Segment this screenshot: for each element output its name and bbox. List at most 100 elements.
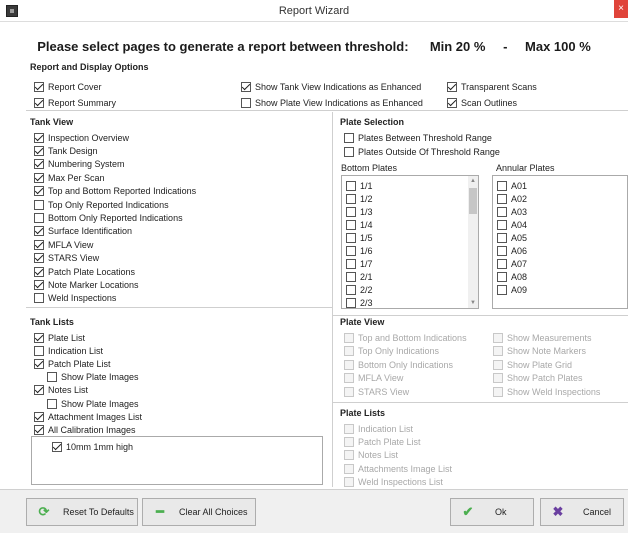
annular-plate-checkbox[interactable]: A07 bbox=[497, 257, 527, 270]
calibration-item-checkbox[interactable]: 10mm 1mm high bbox=[52, 440, 133, 453]
checkbox[interactable] bbox=[346, 284, 356, 295]
bottom-plate-checkbox[interactable]: 2/2 bbox=[346, 283, 373, 296]
checkbox[interactable] bbox=[447, 97, 457, 108]
scrollbar[interactable]: ▲ ▼ bbox=[468, 176, 478, 308]
bottom-plates-list[interactable]: 1/1 1/2 1/3 1/4 1/5 1/6 1/7 2/1 2/2 2/3 ▲ ▼ bbox=[341, 175, 479, 309]
annular-plate-checkbox[interactable]: A05 bbox=[497, 231, 527, 244]
checkbox[interactable] bbox=[34, 159, 44, 170]
annular-plate-checkbox[interactable]: A01 bbox=[497, 179, 527, 192]
checkbox[interactable] bbox=[497, 193, 507, 204]
bottom-plate-checkbox[interactable]: 1/1 bbox=[346, 179, 373, 192]
checkbox[interactable] bbox=[497, 271, 507, 282]
checkbox[interactable] bbox=[34, 385, 44, 396]
checkbox[interactable] bbox=[34, 253, 44, 264]
checkbox[interactable] bbox=[497, 258, 507, 269]
checkbox[interactable] bbox=[34, 239, 44, 250]
checkbox[interactable] bbox=[346, 232, 356, 243]
checkbox[interactable] bbox=[47, 398, 57, 409]
checkbox[interactable] bbox=[34, 279, 44, 290]
tank-view-checkbox[interactable]: Patch Plate Locations bbox=[34, 265, 135, 278]
cancel-button[interactable]: ✖ Cancel bbox=[540, 498, 624, 526]
bottom-plate-checkbox[interactable]: 2/1 bbox=[346, 270, 373, 283]
bottom-plate-checkbox[interactable]: 1/5 bbox=[346, 231, 373, 244]
bottom-plate-checkbox[interactable]: 1/3 bbox=[346, 205, 373, 218]
tank-view-checkbox[interactable]: Numbering System bbox=[34, 158, 125, 171]
tank-list-checkbox[interactable]: All Calibration Images bbox=[34, 423, 136, 436]
checkbox[interactable] bbox=[34, 97, 44, 108]
checkbox[interactable] bbox=[34, 411, 44, 422]
tank-view-checkbox[interactable]: Max Per Scan bbox=[34, 171, 105, 184]
checkbox[interactable] bbox=[34, 345, 44, 356]
report-option-checkbox[interactable]: Show Plate View Indications as Enhanced bbox=[241, 96, 423, 109]
checkbox[interactable] bbox=[34, 293, 44, 304]
checkbox[interactable] bbox=[346, 206, 356, 217]
checkbox[interactable] bbox=[346, 245, 356, 256]
checkbox[interactable] bbox=[497, 219, 507, 230]
annular-plates-list[interactable]: A01 A02 A03 A04 A05 A06 A07 A08 A09 bbox=[492, 175, 628, 309]
checkbox[interactable] bbox=[34, 145, 44, 156]
bottom-plate-checkbox[interactable]: 1/6 bbox=[346, 244, 373, 257]
checkbox[interactable] bbox=[34, 358, 44, 369]
tank-list-checkbox[interactable]: Patch Plate List bbox=[34, 357, 111, 370]
tank-list-checkbox[interactable]: Show Plate Images bbox=[47, 371, 139, 384]
bottom-plate-checkbox[interactable]: 1/2 bbox=[346, 192, 373, 205]
annular-plate-checkbox[interactable]: A04 bbox=[497, 218, 527, 231]
checkbox[interactable] bbox=[34, 199, 44, 210]
tank-view-checkbox[interactable]: STARS View bbox=[34, 252, 99, 265]
checkbox[interactable] bbox=[497, 232, 507, 243]
scroll-down-icon[interactable]: ▼ bbox=[468, 298, 478, 308]
checkbox[interactable] bbox=[346, 297, 356, 308]
checkbox[interactable] bbox=[497, 245, 507, 256]
close-button[interactable]: × bbox=[614, 0, 628, 18]
tank-view-checkbox[interactable]: Bottom Only Reported Indications bbox=[34, 211, 183, 224]
report-option-checkbox[interactable]: Show Tank View Indications as Enhanced bbox=[241, 80, 421, 93]
tank-list-checkbox[interactable]: Show Plate Images bbox=[47, 397, 139, 410]
checkbox[interactable] bbox=[497, 206, 507, 217]
tank-list-checkbox[interactable]: Indication List bbox=[34, 344, 103, 357]
tank-view-checkbox[interactable]: Note Marker Locations bbox=[34, 278, 139, 291]
annular-plate-checkbox[interactable]: A03 bbox=[497, 205, 527, 218]
checkbox[interactable] bbox=[241, 81, 251, 92]
annular-plate-checkbox[interactable]: A08 bbox=[497, 270, 527, 283]
checkbox[interactable] bbox=[34, 186, 44, 197]
reset-defaults-button[interactable]: ⟳ Reset To Defaults bbox=[26, 498, 138, 526]
report-option-checkbox[interactable]: Report Cover bbox=[34, 80, 102, 93]
checkbox[interactable] bbox=[344, 132, 354, 143]
checkbox[interactable] bbox=[344, 146, 354, 157]
checkbox[interactable] bbox=[34, 266, 44, 277]
checkbox[interactable] bbox=[34, 212, 44, 223]
checkbox[interactable] bbox=[34, 132, 44, 143]
calibration-images-list[interactable]: 10mm 1mm high bbox=[31, 436, 323, 485]
annular-plate-checkbox[interactable]: A09 bbox=[497, 283, 527, 296]
plate-selection-checkbox[interactable]: Plates Between Threshold Range bbox=[344, 131, 492, 144]
checkbox[interactable] bbox=[34, 424, 44, 435]
tank-list-checkbox[interactable]: Plate List bbox=[34, 331, 85, 344]
scroll-up-icon[interactable]: ▲ bbox=[468, 176, 478, 186]
tank-view-checkbox[interactable]: Top and Bottom Reported Indications bbox=[34, 185, 196, 198]
checkbox[interactable] bbox=[34, 226, 44, 237]
bottom-plate-checkbox[interactable]: 2/3 bbox=[346, 296, 373, 308]
tank-view-checkbox[interactable]: Tank Design bbox=[34, 144, 98, 157]
checkbox[interactable] bbox=[346, 258, 356, 269]
checkbox[interactable] bbox=[34, 332, 44, 343]
checkbox[interactable] bbox=[346, 219, 356, 230]
tank-view-checkbox[interactable]: Weld Inspections bbox=[34, 292, 116, 305]
tank-view-checkbox[interactable]: Top Only Reported Indications bbox=[34, 198, 169, 211]
checkbox[interactable] bbox=[241, 97, 251, 108]
tank-list-checkbox[interactable]: Notes List bbox=[34, 384, 88, 397]
checkbox[interactable] bbox=[34, 172, 44, 183]
checkbox[interactable] bbox=[497, 284, 507, 295]
checkbox[interactable] bbox=[47, 372, 57, 383]
checkbox[interactable] bbox=[346, 271, 356, 282]
tank-view-checkbox[interactable]: Surface Identification bbox=[34, 225, 132, 238]
tank-list-checkbox[interactable]: Attachment Images List bbox=[34, 410, 142, 423]
checkbox[interactable] bbox=[497, 180, 507, 191]
checkbox[interactable] bbox=[346, 180, 356, 191]
scroll-thumb[interactable] bbox=[469, 188, 477, 214]
bottom-plate-checkbox[interactable]: 1/7 bbox=[346, 257, 373, 270]
report-option-checkbox[interactable]: Scan Outlines bbox=[447, 96, 517, 109]
tank-view-checkbox[interactable]: Inspection Overview bbox=[34, 131, 129, 144]
ok-button[interactable]: ✔ Ok bbox=[450, 498, 534, 526]
tank-view-checkbox[interactable]: MFLA View bbox=[34, 238, 93, 251]
checkbox[interactable] bbox=[346, 193, 356, 204]
